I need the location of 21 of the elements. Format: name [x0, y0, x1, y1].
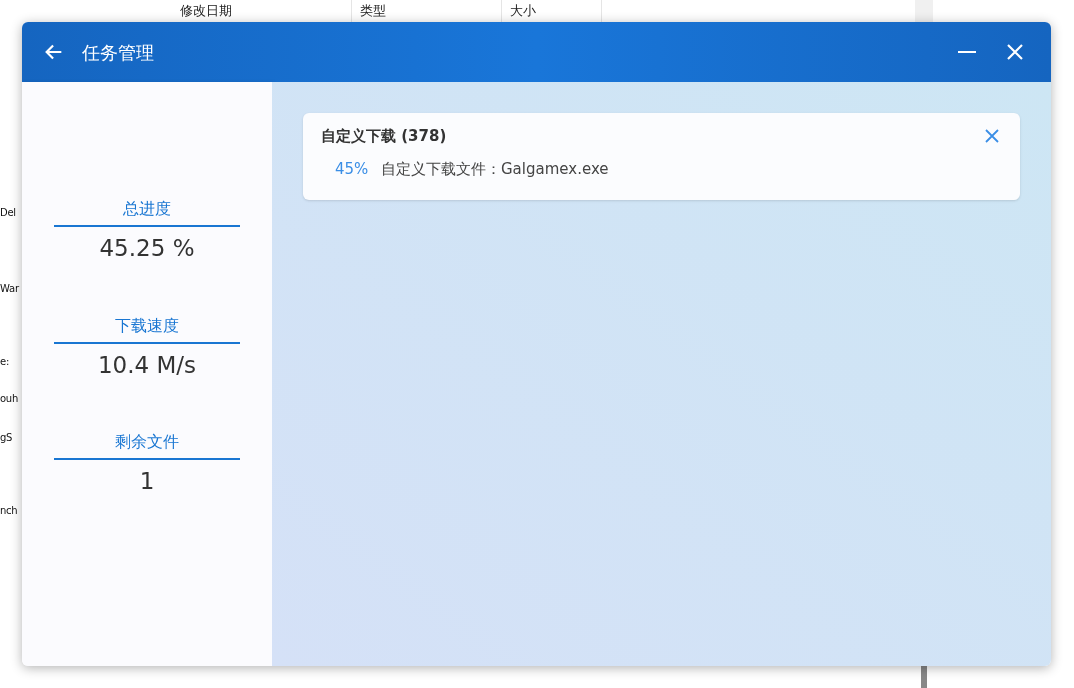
- file-name-fragment: Del: [0, 206, 16, 220]
- close-icon: [1006, 43, 1024, 61]
- file-percentage-text: 45%: [335, 158, 370, 180]
- minimize-icon: [958, 51, 976, 53]
- scrollbar[interactable]: [915, 0, 933, 22]
- file-name-fragment: War: [0, 282, 19, 296]
- stat-label: 剩余文件: [115, 431, 179, 453]
- stat-value: 45.25 %: [99, 234, 195, 263]
- stat-value: 1: [139, 467, 155, 496]
- file-name-fragment: gS: [0, 431, 13, 445]
- stat-value: 10.4 M/s: [97, 350, 197, 380]
- scrollbar-thumb[interactable]: [921, 666, 927, 688]
- window-title: 任务管理: [82, 40, 154, 65]
- file-name-fragment: ouh: [0, 392, 19, 406]
- file-name-fragment: nch: [0, 504, 18, 518]
- task-title: 自定义下载 (378): [321, 126, 447, 147]
- file-name: 自定义下载文件：Galgamex.exe: [381, 158, 609, 180]
- stat-label: 下载速度: [115, 314, 179, 337]
- stat-label: 总进度: [123, 198, 171, 220]
- file-name-fragment: e:: [0, 355, 10, 369]
- close-icon: [984, 128, 1000, 145]
